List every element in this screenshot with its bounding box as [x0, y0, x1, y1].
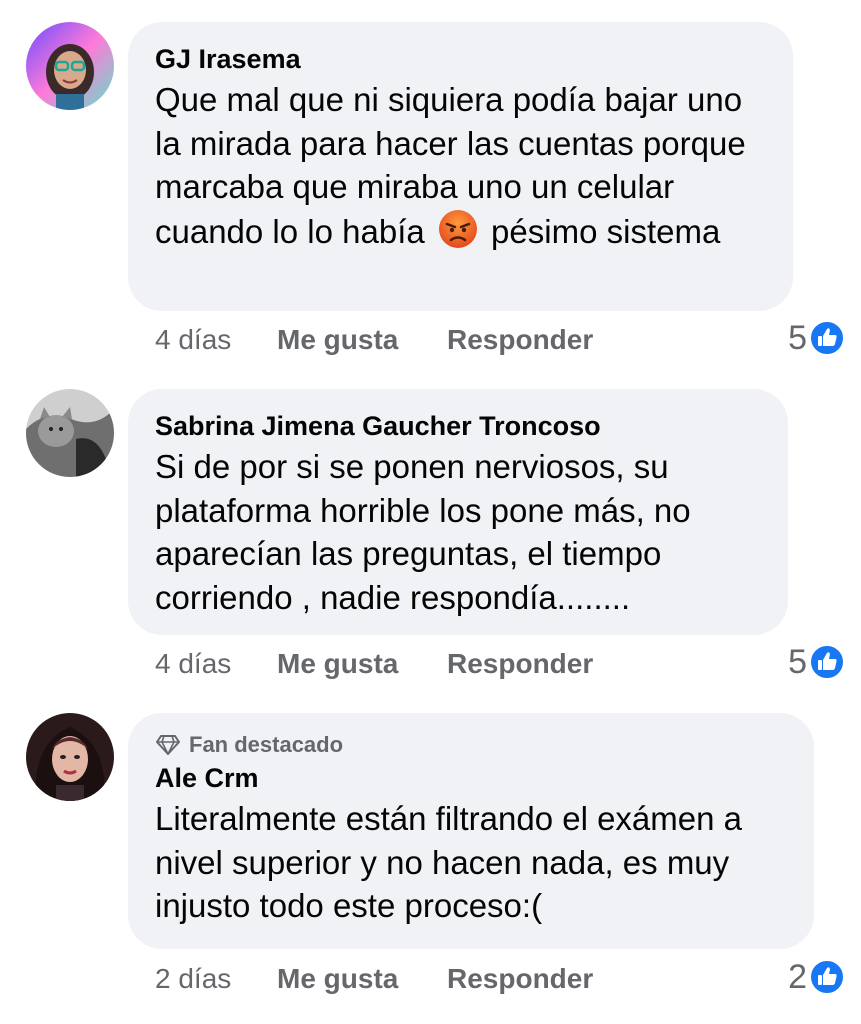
reaction-summary[interactable]: 5 — [788, 642, 845, 682]
comment-time[interactable]: 4 días — [155, 648, 277, 680]
comment-text: Literalmente están filtrando el exámen a… — [155, 800, 743, 924]
reaction-count: 5 — [788, 318, 807, 357]
comment-actions: 4 días Me gusta Responder — [155, 644, 593, 684]
comment-text: Si de por si se ponen nerviosos, su plat… — [155, 448, 691, 616]
comment-time[interactable]: 2 días — [155, 963, 277, 995]
comment-actions: 4 días Me gusta Responder — [155, 320, 593, 360]
reaction-count: 5 — [788, 642, 807, 681]
reply-button[interactable]: Responder — [447, 963, 593, 995]
comment-bubble: Sabrina Jimena Gaucher Troncoso Si de po… — [128, 389, 788, 635]
diamond-icon — [156, 735, 180, 755]
comment-text-part: pésimo sistema — [481, 212, 721, 250]
comment-bubble: GJ Irasema Que mal que ni siquiera podía… — [128, 22, 793, 311]
top-fan-label: Fan destacado — [189, 732, 344, 757]
like-icon — [809, 959, 845, 995]
author-name[interactable]: Sabrina Jimena Gaucher Troncoso — [155, 409, 762, 443]
like-icon — [809, 320, 845, 356]
author-name[interactable]: GJ Irasema — [155, 42, 767, 76]
like-button[interactable]: Me gusta — [277, 963, 447, 995]
avatar[interactable] — [26, 22, 114, 110]
reaction-summary[interactable]: 2 — [788, 957, 845, 997]
comment-bubble: Fan destacado Ale Crm Literalmente están… — [128, 713, 814, 949]
avatar-image — [26, 389, 114, 477]
avatar[interactable] — [26, 389, 114, 477]
like-icon — [809, 644, 845, 680]
avatar-image — [26, 713, 114, 801]
avatar[interactable] — [26, 713, 114, 801]
comment-time[interactable]: 4 días — [155, 324, 277, 356]
comment-text: Que mal que ni siquiera podía bajar uno … — [155, 78, 767, 253]
reaction-count: 2 — [788, 957, 807, 996]
author-name[interactable]: Ale Crm — [155, 761, 788, 795]
reply-button[interactable]: Responder — [447, 648, 593, 680]
reply-button[interactable]: Responder — [447, 324, 593, 356]
top-fan-badge: Fan destacado — [155, 731, 788, 759]
avatar-image — [26, 22, 114, 110]
like-button[interactable]: Me gusta — [277, 324, 447, 356]
angry-face-icon — [438, 209, 477, 248]
comment-actions: 2 días Me gusta Responder — [155, 959, 593, 999]
reaction-summary[interactable]: 5 — [788, 318, 845, 358]
like-button[interactable]: Me gusta — [277, 648, 447, 680]
